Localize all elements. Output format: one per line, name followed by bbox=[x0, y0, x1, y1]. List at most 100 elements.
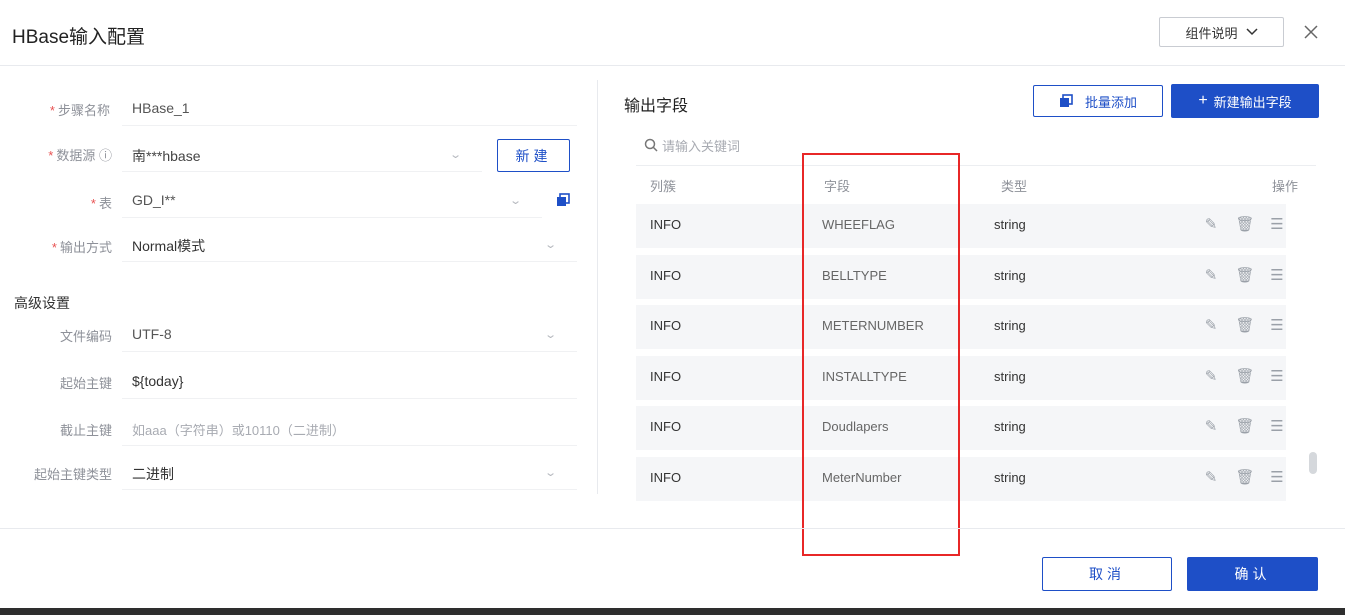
new-datasource-button[interactable]: 新建 bbox=[497, 139, 570, 172]
delete-icon[interactable]: 🗑 bbox=[1235, 215, 1254, 233]
cancel-button[interactable]: 取消 bbox=[1042, 557, 1172, 591]
start-key-value: ${today} bbox=[132, 373, 184, 389]
table-value: GD_I** bbox=[132, 192, 176, 208]
row-type: string bbox=[994, 217, 1026, 232]
batch-add-label: 批量添加 bbox=[1084, 94, 1137, 110]
encoding-value: UTF-8 bbox=[132, 326, 172, 342]
drag-handle-icon[interactable]: ☰ bbox=[1268, 316, 1286, 334]
delete-icon[interactable]: 🗑 bbox=[1235, 316, 1254, 334]
dialog-footer: 取消 确认 bbox=[0, 528, 1345, 608]
dialog-header: HBase输入配置 组件说明 bbox=[0, 0, 1345, 66]
table-row: INFO MeterNumber string ✎ 🗑 ☰ bbox=[636, 457, 1286, 501]
start-key-input[interactable]: ${today} bbox=[122, 363, 577, 399]
stop-key-placeholder: 如aaa（字符串）或10110（二进制） bbox=[132, 423, 345, 438]
step-name-label: * 步骤名称 bbox=[49, 103, 110, 118]
column-header-type: 类型 bbox=[1001, 179, 1028, 194]
table-row: INFO Doudlapers string ✎ 🗑 ☰ bbox=[636, 406, 1286, 450]
start-key-type-select[interactable]: 二进制 ⌄ bbox=[122, 454, 577, 490]
delete-icon[interactable]: 🗑 bbox=[1235, 468, 1254, 486]
datasource-select[interactable]: 南***hbase ⌄ bbox=[122, 136, 482, 172]
scrollbar-thumb[interactable] bbox=[1309, 452, 1317, 474]
chevron-down-icon: ⌄ bbox=[543, 467, 557, 479]
delete-icon[interactable]: 🗑 bbox=[1235, 417, 1254, 435]
table-row: INFO BELLTYPE string ✎ 🗑 ☰ bbox=[636, 255, 1286, 299]
chevron-down-icon bbox=[1245, 28, 1258, 36]
datasource-label: * 数据源 ⓘ bbox=[48, 148, 112, 163]
taskbar-strip bbox=[0, 608, 1345, 615]
drag-handle-icon[interactable]: ☰ bbox=[1268, 417, 1286, 435]
row-family: INFO bbox=[650, 369, 682, 384]
add-output-field-button[interactable]: + 新建输出字段 bbox=[1171, 84, 1319, 118]
column-header-family: 列簇 bbox=[650, 179, 677, 194]
row-family: INFO bbox=[650, 470, 682, 485]
info-icon: ⓘ bbox=[98, 148, 112, 163]
column-header-actions: 操作 bbox=[1272, 179, 1299, 194]
drag-handle-icon[interactable]: ☰ bbox=[1268, 367, 1286, 385]
drag-handle-icon[interactable]: ☰ bbox=[1268, 468, 1286, 486]
start-key-label: 起始主键 bbox=[59, 376, 112, 391]
confirm-button[interactable]: 确认 bbox=[1187, 557, 1318, 591]
table-header: 列簇 字段 类型 操作 bbox=[636, 172, 1316, 204]
edit-icon[interactable]: ✎ bbox=[1202, 215, 1220, 233]
row-family: INFO bbox=[650, 268, 682, 283]
datasource-value: 南***hbase bbox=[132, 148, 201, 164]
row-type: string bbox=[994, 470, 1026, 485]
table-row: INFO METERNUMBER string ✎ 🗑 ☰ bbox=[636, 305, 1286, 349]
edit-icon[interactable]: ✎ bbox=[1202, 266, 1220, 284]
step-name-value: HBase_1 bbox=[132, 100, 190, 116]
row-type: string bbox=[994, 369, 1026, 384]
table-row: INFO WHEEFLAG string ✎ 🗑 ☰ bbox=[636, 204, 1286, 248]
row-field: WHEEFLAG bbox=[822, 217, 895, 232]
batch-add-icon bbox=[1059, 94, 1073, 107]
panel-divider bbox=[597, 80, 598, 494]
row-field: Doudlapers bbox=[822, 419, 889, 434]
search-input[interactable] bbox=[662, 134, 1062, 158]
chevron-down-icon: ⌄ bbox=[508, 195, 522, 207]
row-family: INFO bbox=[650, 217, 682, 232]
stop-key-input[interactable]: 如aaa（字符串）或10110（二进制） bbox=[122, 410, 577, 446]
drag-handle-icon[interactable]: ☰ bbox=[1268, 215, 1286, 233]
row-field: MeterNumber bbox=[822, 470, 902, 485]
row-family: INFO bbox=[650, 419, 682, 434]
edit-icon[interactable]: ✎ bbox=[1202, 468, 1220, 486]
chevron-down-icon: ⌄ bbox=[543, 329, 557, 341]
drag-handle-icon[interactable]: ☰ bbox=[1268, 266, 1286, 284]
row-type: string bbox=[994, 419, 1026, 434]
output-mode-value: Normal模式 bbox=[132, 238, 206, 254]
row-type: string bbox=[994, 318, 1026, 333]
output-mode-label: * 输出方式 bbox=[51, 240, 112, 255]
config-form: * 步骤名称 HBase_1 * 数据源 ⓘ 南***hbase ⌄ 新建 * 表 G… bbox=[0, 80, 596, 500]
component-help-dropdown[interactable]: 组件说明 bbox=[1159, 17, 1284, 47]
table-select[interactable]: GD_I** ⌄ bbox=[122, 182, 542, 218]
delete-icon[interactable]: 🗑 bbox=[1235, 367, 1254, 385]
row-type: string bbox=[994, 268, 1026, 283]
edit-icon[interactable]: ✎ bbox=[1202, 417, 1220, 435]
edit-icon[interactable]: ✎ bbox=[1202, 367, 1220, 385]
field-search[interactable] bbox=[636, 126, 1316, 166]
chevron-down-icon: ⌄ bbox=[448, 149, 462, 161]
row-field: METERNUMBER bbox=[822, 318, 924, 333]
plus-icon: + bbox=[1198, 92, 1208, 109]
search-icon bbox=[644, 138, 658, 152]
table-row: INFO INSTALLTYPE string ✎ 🗑 ☰ bbox=[636, 356, 1286, 400]
chevron-down-icon: ⌄ bbox=[543, 239, 557, 251]
start-key-type-value: 二进制 bbox=[132, 466, 174, 482]
output-mode-select[interactable]: Normal模式 ⌄ bbox=[122, 226, 577, 262]
batch-add-button[interactable]: 批量添加 bbox=[1033, 85, 1163, 117]
column-header-field: 字段 bbox=[824, 179, 851, 194]
copy-icon[interactable] bbox=[556, 193, 570, 207]
step-name-field[interactable]: HBase_1 bbox=[122, 90, 577, 126]
row-field: BELLTYPE bbox=[822, 268, 887, 283]
dialog-title: HBase输入配置 bbox=[12, 27, 146, 48]
close-icon[interactable] bbox=[1298, 17, 1324, 47]
delete-icon[interactable]: 🗑 bbox=[1235, 266, 1254, 284]
encoding-select[interactable]: UTF-8 ⌄ bbox=[122, 316, 577, 352]
advanced-settings-title: 高级设置 bbox=[14, 295, 70, 311]
edit-icon[interactable]: ✎ bbox=[1202, 316, 1220, 334]
hbase-input-config-dialog: HBase输入配置 组件说明 * 步骤名称 HBase_1 * 数据源 ⓘ 南***… bbox=[0, 0, 1345, 608]
start-key-type-label: 起始主键类型 bbox=[33, 467, 112, 482]
row-field: INSTALLTYPE bbox=[822, 369, 907, 384]
help-label: 组件说明 bbox=[1185, 25, 1238, 41]
output-fields-panel: 输出字段 批量添加 + 新建输出字段 列簇 字段 类型 操作 INFO WHEE… bbox=[618, 80, 1328, 501]
row-family: INFO bbox=[650, 318, 682, 333]
